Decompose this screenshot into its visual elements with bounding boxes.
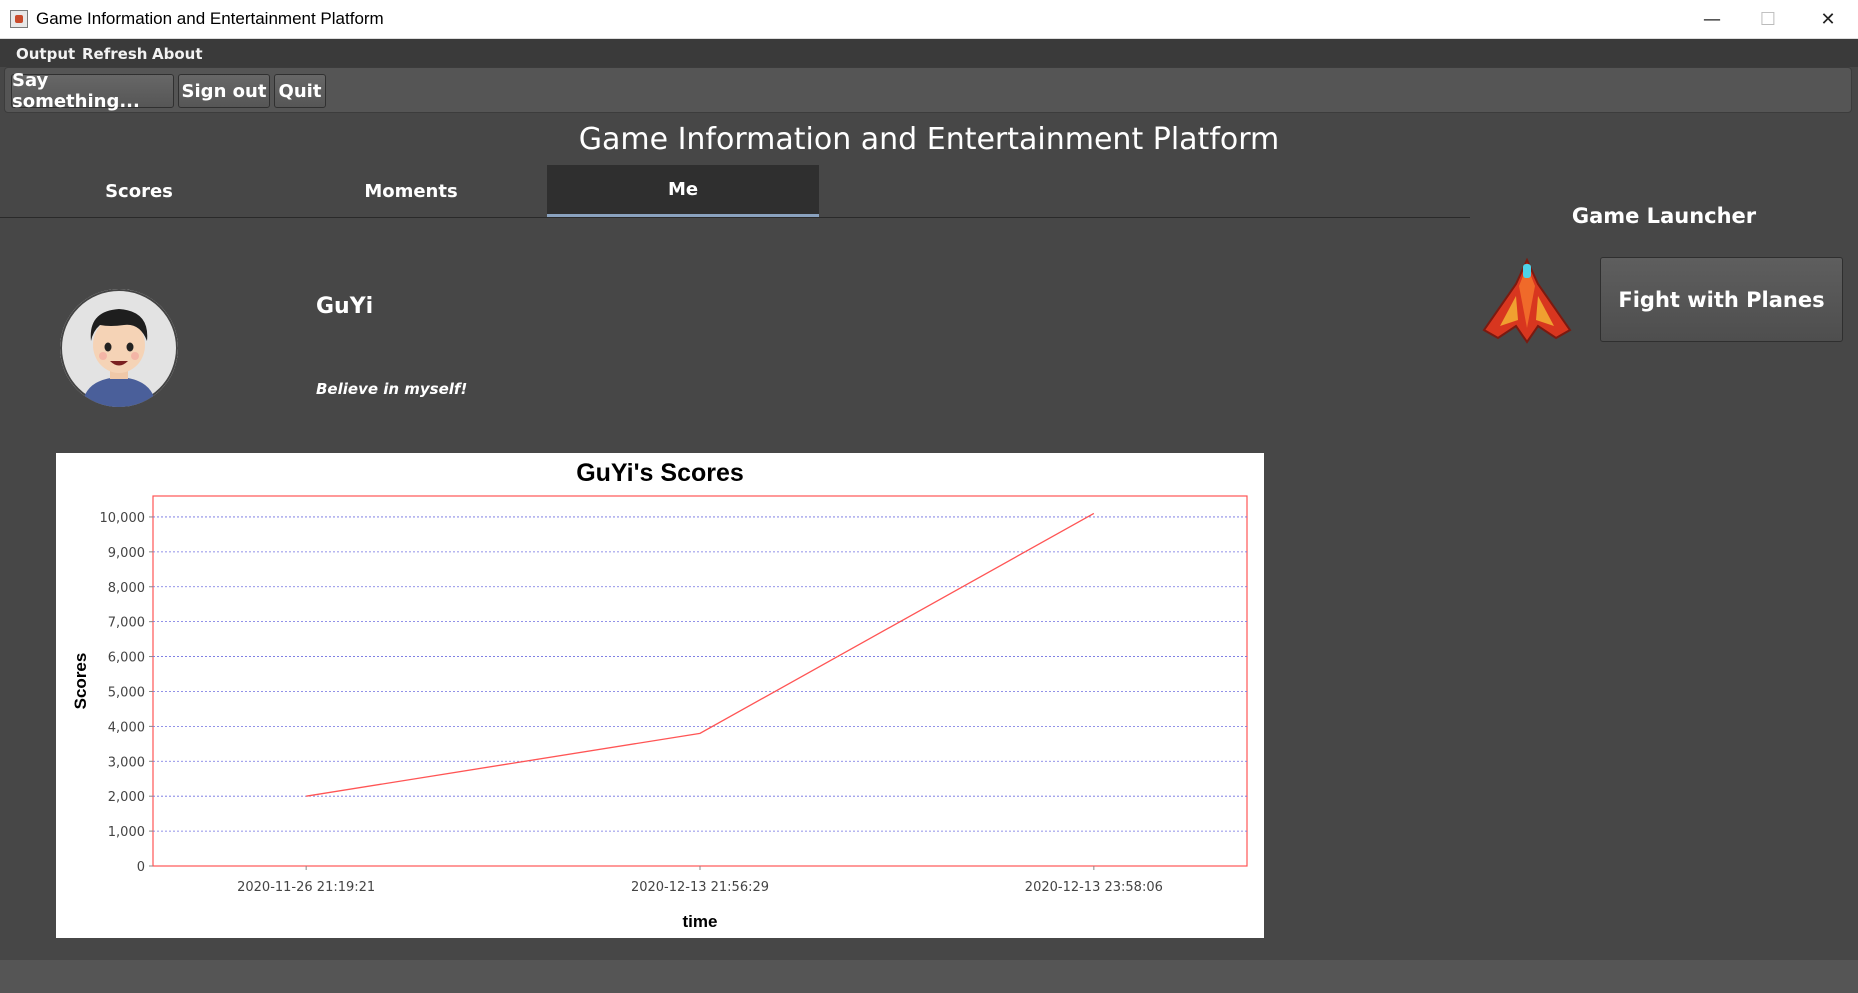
menu-output[interactable]: Output [16, 45, 75, 63]
window-title-bar: Game Information and Entertainment Platf… [0, 0, 1858, 39]
minimize-icon[interactable]: — [1684, 0, 1740, 38]
launcher-title: Game Launcher [1571, 204, 1757, 228]
y-tick-label: 0 [137, 860, 145, 875]
quit-button[interactable]: Quit [274, 74, 326, 108]
y-tick-label: 1,000 [108, 825, 145, 840]
plane-icon-graphic [1482, 257, 1572, 344]
x-tick-label: 2020-12-13 21:56:29 [631, 880, 769, 895]
x-tick-label: 2020-12-13 23:58:06 [1025, 880, 1163, 895]
plane-icon[interactable] [1480, 256, 1574, 344]
menu-refresh[interactable]: Refresh [82, 45, 147, 63]
maximize-icon[interactable]: ☐ [1740, 0, 1796, 38]
main-tabs: Scores Moments Me [0, 165, 1470, 218]
y-tick-label: 8,000 [108, 581, 145, 596]
y-tick-label: 10,000 [100, 511, 146, 526]
scores-chart-svg: GuYi's Scores 0 1,000 2,000 3,000 4,000 5,000… [71, 459, 1248, 931]
x-axis-label: time [683, 912, 718, 931]
status-bar [0, 960, 1858, 993]
close-icon[interactable]: ✕ [1800, 0, 1856, 38]
y-tick-label: 4,000 [108, 720, 145, 735]
java-app-icon [10, 10, 28, 28]
y-tick-label: 9,000 [108, 546, 145, 561]
avatar [60, 289, 178, 407]
menu-bar: Output Refresh About [0, 39, 1858, 67]
page-title: Game Information and Entertainment Platf… [578, 122, 1280, 157]
y-axis-label: Scores [71, 653, 90, 710]
profile-motto: Believe in myself! [316, 380, 468, 398]
x-tick-label: 2020-11-26 21:19:21 [237, 880, 375, 895]
y-tick-label: 6,000 [108, 651, 145, 666]
chart-title: GuYi's Scores [576, 459, 744, 487]
scores-chart: GuYi's Scores 0 1,000 2,000 3,000 4,000 5,000… [56, 453, 1264, 938]
say-something-button[interactable]: Say something... [11, 70, 174, 112]
avatar-illustration [60, 289, 178, 407]
y-tick-label: 2,000 [108, 790, 145, 805]
sign-out-button[interactable]: Sign out [178, 74, 270, 108]
fight-with-planes-button[interactable]: Fight with Planes [1600, 257, 1843, 342]
y-tick-label: 3,000 [108, 755, 145, 770]
y-tick-label: 5,000 [108, 685, 145, 700]
tab-moments[interactable]: Moments [275, 165, 547, 217]
profile-username: GuYi [316, 294, 374, 319]
menu-about[interactable]: About [152, 45, 203, 63]
toolbar: Say something... Sign out Quit [4, 67, 1852, 113]
tab-scores[interactable]: Scores [3, 165, 275, 217]
window-title: Game Information and Entertainment Platf… [36, 9, 384, 28]
tab-me[interactable]: Me [547, 165, 819, 217]
y-tick-label: 7,000 [108, 616, 145, 631]
